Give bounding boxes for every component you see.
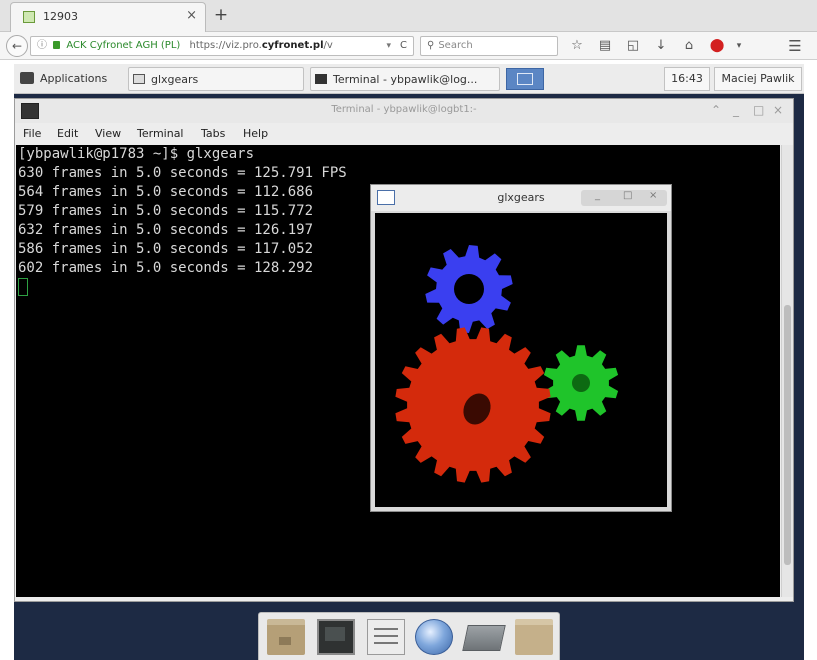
terminal-icon[interactable] (317, 619, 355, 655)
taskbar-terminal[interactable]: Terminal - ybpawlik@log... (310, 67, 500, 91)
adblock-dropdown-icon[interactable]: ▾ (730, 37, 748, 55)
folder-detail (279, 637, 291, 645)
remote-desktop: Applications glxgears Terminal - ybpawli… (14, 64, 804, 660)
folder-icon[interactable] (515, 619, 553, 655)
taskbar-terminal-label: Terminal - ybpawlik@log... (333, 73, 478, 86)
glxgears-window: glxgears _ □ × (370, 184, 672, 512)
window-controls: _ □ × (581, 190, 667, 206)
pin-icon[interactable]: ⌃ (711, 103, 721, 117)
maximize-icon[interactable]: □ (623, 190, 632, 201)
reload-icon[interactable]: C (400, 37, 407, 55)
terminal-screen (325, 627, 345, 641)
url-bar[interactable]: ⓘ ACK Cyfronet AGH (PL) https://viz.pro.… (30, 36, 414, 56)
text-editor-icon[interactable] (367, 619, 405, 655)
taskbar-glxgears-label: glxgears (151, 73, 199, 86)
search-input[interactable]: ⚲ Search (420, 36, 558, 56)
info-icon[interactable]: ⓘ (37, 40, 47, 51)
panel-clock[interactable]: 16:43 (664, 67, 710, 91)
minimize-icon[interactable]: _ (733, 103, 739, 117)
reading-list-icon[interactable]: ▤ (596, 37, 614, 55)
browser-nav-bar: ← ⓘ ACK Cyfronet AGH (PL) https://viz.pr… (0, 32, 817, 60)
editor-line (374, 628, 398, 630)
url-text: https://viz.pro.cyfronet.pl/v (189, 40, 333, 51)
scrollbar-thumb[interactable] (784, 305, 791, 565)
close-icon[interactable]: × (773, 103, 783, 117)
editor-line (374, 642, 398, 644)
gears-render (395, 245, 619, 483)
maximize-icon[interactable]: □ (753, 103, 764, 117)
menu-help[interactable]: Help (243, 127, 268, 140)
workspace-icon (517, 73, 533, 85)
certificate-label: ACK Cyfronet AGH (PL) (66, 40, 181, 51)
home-icon[interactable]: ⌂ (680, 37, 698, 55)
minimize-icon[interactable]: _ (595, 190, 600, 201)
desktop-dock (258, 612, 560, 660)
search-placeholder: Search (438, 40, 473, 51)
user-menu[interactable]: Maciej Pawlik (714, 67, 802, 91)
menu-icon[interactable]: ☰ (786, 37, 804, 55)
workspace-switcher[interactable] (506, 68, 544, 90)
applications-menu[interactable]: Applications (16, 67, 124, 91)
terminal-line: 630 frames in 5.0 seconds = 125.791 FPS (18, 165, 347, 181)
applications-label: Applications (40, 72, 108, 85)
terminal-icon (315, 74, 327, 84)
url-dropdown-icon[interactable]: ▾ (386, 37, 391, 55)
download-icon[interactable]: ↓ (652, 37, 670, 55)
terminal-line: [ybpawlik@p1783 ~]$ glxgears (18, 146, 255, 162)
editor-line (374, 635, 398, 637)
tab-title: 12903 (43, 10, 78, 23)
taskbar-glxgears[interactable]: glxgears (128, 67, 304, 91)
menu-terminal[interactable]: Terminal (137, 127, 184, 140)
glxgears-canvas[interactable] (375, 213, 667, 507)
desktop-panel: Applications glxgears Terminal - ybpawli… (14, 64, 804, 94)
back-button[interactable]: ← (6, 35, 28, 57)
new-tab-button[interactable]: + (210, 4, 232, 26)
close-icon[interactable]: × (649, 190, 657, 201)
adblock-icon[interactable]: ⬤ (708, 37, 726, 55)
disk-icon[interactable] (462, 625, 506, 651)
menu-file[interactable]: File (23, 127, 41, 140)
green-gear-hole (572, 374, 590, 392)
browser-tab[interactable]: 12903 × (10, 2, 206, 32)
terminal-title: Terminal - ybpawlik@logbt1:- (331, 104, 477, 115)
tab-close-icon[interactable]: × (186, 8, 197, 23)
terminal-scrollbar[interactable] (781, 145, 793, 597)
menu-edit[interactable]: Edit (57, 127, 78, 140)
web-browser-icon[interactable] (415, 619, 453, 655)
blue-gear-hole (454, 274, 484, 304)
window-icon (133, 74, 145, 84)
pocket-icon[interactable]: ◱ (624, 37, 642, 55)
terminal-cursor (18, 278, 28, 296)
glxgears-titlebar[interactable]: glxgears _ □ × (371, 185, 671, 211)
star-icon[interactable]: ☆ (568, 37, 586, 55)
applications-icon (20, 72, 34, 84)
terminal-menubar: File Edit View Terminal Tabs Help (15, 123, 793, 145)
lock-icon (53, 41, 61, 49)
browser-tab-bar: 12903 × + (0, 0, 817, 32)
search-icon: ⚲ (427, 40, 435, 51)
terminal-titlebar[interactable]: Terminal - ybpawlik@logbt1:- ⌃ _ □ × (15, 99, 793, 123)
menu-tabs[interactable]: Tabs (201, 127, 225, 140)
file-manager-icon[interactable] (267, 619, 305, 655)
menu-view[interactable]: View (95, 127, 121, 140)
tab-favicon-icon (23, 11, 35, 23)
